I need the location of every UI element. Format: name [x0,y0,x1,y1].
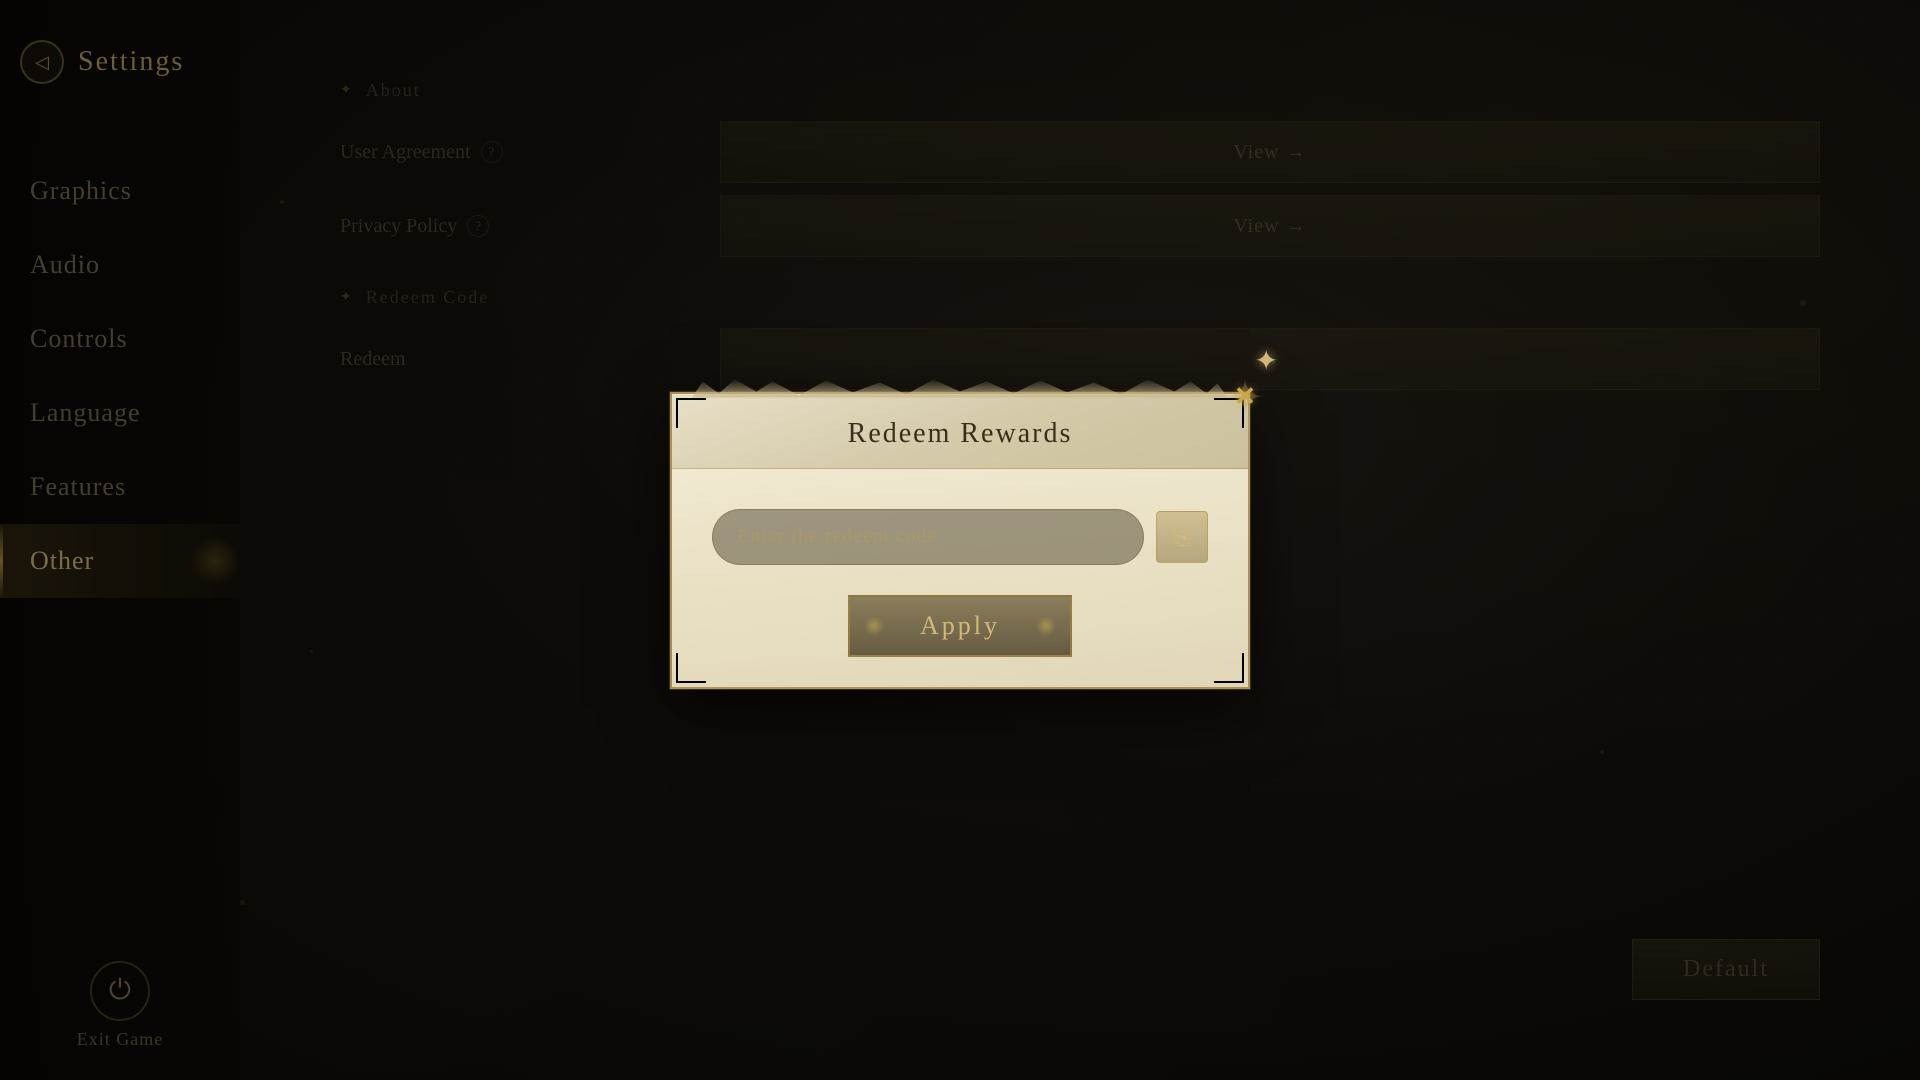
close-icon: ✕ [1234,382,1256,412]
redeem-input-row: ⎘ [712,509,1208,565]
redeem-modal: ✦ ✕ Redeem Rewards ⎘ Apply [670,392,1250,689]
paste-button[interactable]: ⎘ [1156,511,1208,563]
modal-header: Redeem Rewards [672,394,1248,469]
modal-corner-bl [676,653,706,683]
modal-body: ⎘ Apply [672,469,1248,687]
modal-corner-br [1214,653,1244,683]
modal-title: Redeem Rewards [702,418,1218,450]
modal-overlay: ✦ ✕ Redeem Rewards ⎘ Apply [0,0,1920,1080]
sparkle-icon: ✦ [1255,344,1278,378]
paste-icon: ⎘ [1173,524,1191,550]
apply-button[interactable]: Apply [848,595,1072,657]
modal-close-button[interactable]: ✦ ✕ [1222,374,1268,420]
apply-button-label: Apply [920,611,1000,640]
redeem-code-input[interactable] [712,509,1144,565]
